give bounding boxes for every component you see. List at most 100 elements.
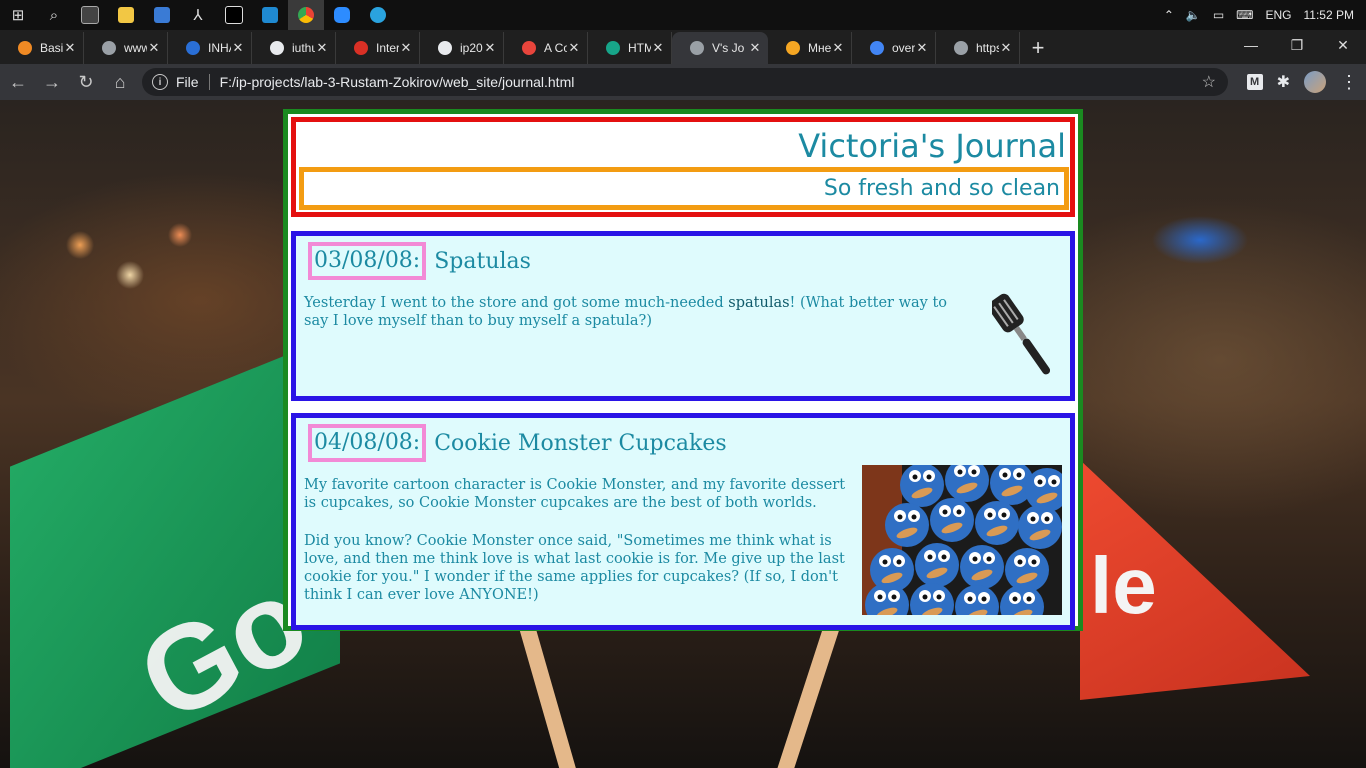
extensions-puzzle-icon[interactable]: ✱ bbox=[1277, 72, 1290, 92]
bookmark-star-icon[interactable]: ☆ bbox=[1202, 72, 1216, 92]
tab-favicon-icon bbox=[102, 41, 116, 55]
profile-avatar[interactable] bbox=[1304, 71, 1326, 93]
telegram-icon[interactable] bbox=[360, 0, 396, 30]
browser-tab[interactable]: Basics✕ bbox=[0, 32, 84, 64]
home-button[interactable]: ⌂ bbox=[104, 66, 136, 98]
tab-label: V's Jo bbox=[712, 41, 745, 55]
browser-tab[interactable]: www.✕ bbox=[84, 32, 168, 64]
browser-tab[interactable]: iuthul✕ bbox=[252, 32, 336, 64]
menu-kebab-icon[interactable]: ⋮ bbox=[1340, 72, 1358, 93]
minimize-button[interactable]: — bbox=[1228, 30, 1274, 60]
tab-close-icon[interactable]: ✕ bbox=[63, 40, 77, 56]
tab-label: www. bbox=[124, 41, 147, 55]
tab-label: HTML bbox=[628, 41, 651, 55]
address-bar[interactable]: i File F:/ip-projects/lab-3-Rustam-Zokir… bbox=[142, 68, 1228, 96]
tab-favicon-icon bbox=[18, 41, 32, 55]
browser-tab[interactable]: A Cor✕ bbox=[504, 32, 588, 64]
tab-close-icon[interactable]: ✕ bbox=[915, 40, 929, 56]
window-controls: — ❐ ✕ bbox=[1228, 30, 1366, 60]
page-viewport: Go le Victoria's Journal So fresh and so… bbox=[0, 100, 1366, 768]
browser-tab[interactable]: overfl✕ bbox=[852, 32, 936, 64]
extension-m-icon[interactable]: M bbox=[1246, 74, 1263, 90]
tab-favicon-icon bbox=[786, 41, 800, 55]
tab-close-icon[interactable]: ✕ bbox=[567, 40, 581, 56]
journal-entry: 03/08/08: Spatulas Yesterday I went to t… bbox=[291, 231, 1075, 401]
new-tab-button[interactable]: + bbox=[1020, 32, 1056, 64]
tab-favicon-icon bbox=[354, 41, 368, 55]
forward-button[interactable]: → bbox=[36, 66, 68, 98]
battery-icon[interactable]: ▭ bbox=[1213, 8, 1224, 22]
spatula-image bbox=[992, 293, 1051, 375]
background-stick bbox=[775, 621, 841, 768]
slogan-box: So fresh and so clean bbox=[299, 167, 1069, 210]
browser-tab[interactable]: HTML✕ bbox=[588, 32, 672, 64]
entry-body: Yesterday I went to the store and got so… bbox=[304, 294, 964, 330]
tab-favicon-icon bbox=[954, 41, 968, 55]
vscode-icon[interactable] bbox=[252, 0, 288, 30]
tab-favicon-icon bbox=[522, 41, 536, 55]
tab-close-icon[interactable]: ✕ bbox=[315, 40, 329, 56]
tab-close-icon[interactable]: ✕ bbox=[483, 40, 497, 56]
system-tray: ⌃ 🔈 ▭ ⌨ ENG 11:52 PM bbox=[1164, 0, 1366, 30]
virtualbox-icon[interactable] bbox=[144, 0, 180, 30]
tab-label: ip202 bbox=[460, 41, 483, 55]
entry-paragraph: My favorite cartoon character is Cookie … bbox=[304, 477, 846, 511]
terminal-icon[interactable] bbox=[72, 0, 108, 30]
site-header: Victoria's Journal So fresh and so clean bbox=[291, 117, 1075, 217]
browser-tab[interactable]: https:✕ bbox=[936, 32, 1020, 64]
tab-favicon-icon bbox=[606, 41, 620, 55]
browser-tab[interactable]: Intern✕ bbox=[336, 32, 420, 64]
entry-title: Spatulas bbox=[434, 248, 531, 274]
browser-toolbar: ← → ↻ ⌂ i File F:/ip-projects/lab-3-Rust… bbox=[0, 64, 1366, 100]
chevron-up-icon[interactable]: ⌃ bbox=[1164, 8, 1174, 22]
volume-icon[interactable]: 🔈 bbox=[1186, 8, 1201, 22]
keyboard-icon[interactable]: ⌨ bbox=[1236, 8, 1253, 22]
tab-label: Intern bbox=[376, 41, 399, 55]
cookie-monster-cupcakes-image bbox=[862, 465, 1062, 615]
browser-tab[interactable]: Мне ✕ bbox=[768, 32, 852, 64]
app-icon[interactable]: ⅄ bbox=[180, 0, 216, 30]
tab-close-icon[interactable]: ✕ bbox=[831, 40, 845, 56]
entry-text-emphasis: spatulas bbox=[728, 295, 790, 311]
site-slogan: So fresh and so clean bbox=[823, 176, 1060, 201]
search-icon[interactable]: ⌕ bbox=[36, 0, 72, 30]
tab-label: Мне bbox=[808, 41, 831, 55]
reload-button[interactable]: ↻ bbox=[70, 66, 102, 98]
browser-tab[interactable]: ip202✕ bbox=[420, 32, 504, 64]
toolbar-extensions: M ✱ ⋮ bbox=[1246, 64, 1358, 100]
info-icon[interactable]: i bbox=[152, 74, 168, 90]
tab-close-icon[interactable]: ✕ bbox=[748, 40, 762, 56]
entry-date: 03/08/08: bbox=[308, 242, 427, 280]
tab-close-icon[interactable]: ✕ bbox=[147, 40, 161, 56]
tab-favicon-icon bbox=[438, 41, 452, 55]
url-scheme: File bbox=[176, 74, 199, 90]
entry-heading: 03/08/08: Spatulas bbox=[308, 242, 531, 280]
close-window-button[interactable]: ✕ bbox=[1320, 30, 1366, 60]
tab-label: overfl bbox=[892, 41, 915, 55]
tab-close-icon[interactable]: ✕ bbox=[399, 40, 413, 56]
tab-label: INHA bbox=[208, 41, 231, 55]
entry-title: Cookie Monster Cupcakes bbox=[434, 430, 727, 456]
tab-favicon-icon bbox=[186, 41, 200, 55]
tab-label: Basics bbox=[40, 41, 63, 55]
intellij-icon[interactable] bbox=[216, 0, 252, 30]
browser-tab[interactable]: INHA✕ bbox=[168, 32, 252, 64]
entry-date: 04/08/08: bbox=[308, 424, 427, 462]
file-explorer-icon[interactable] bbox=[108, 0, 144, 30]
site-title: Victoria's Journal bbox=[798, 127, 1066, 165]
url-text: F:/ip-projects/lab-3-Rustam-Zokirov/web_… bbox=[219, 74, 575, 90]
chrome-icon[interactable] bbox=[288, 0, 324, 30]
tab-close-icon[interactable]: ✕ bbox=[651, 40, 665, 56]
browser-tab-strip: Basics✕www.✕INHA✕iuthul✕Intern✕ip202✕A C… bbox=[0, 30, 1366, 64]
browser-tab[interactable]: V's Jo ✕ bbox=[672, 32, 768, 64]
clock[interactable]: 11:52 PM bbox=[1304, 8, 1354, 22]
language-indicator[interactable]: ENG bbox=[1266, 8, 1292, 22]
back-button[interactable]: ← bbox=[2, 66, 34, 98]
restore-button[interactable]: ❐ bbox=[1274, 30, 1320, 60]
tab-close-icon[interactable]: ✕ bbox=[231, 40, 245, 56]
zoom-icon[interactable] bbox=[324, 0, 360, 30]
tab-close-icon[interactable]: ✕ bbox=[999, 40, 1013, 56]
tab-label: https: bbox=[976, 41, 999, 55]
windows-start-icon[interactable]: ⊞ bbox=[0, 0, 36, 30]
journal-entry: 04/08/08: Cookie Monster Cupcakes My fav… bbox=[291, 413, 1075, 630]
